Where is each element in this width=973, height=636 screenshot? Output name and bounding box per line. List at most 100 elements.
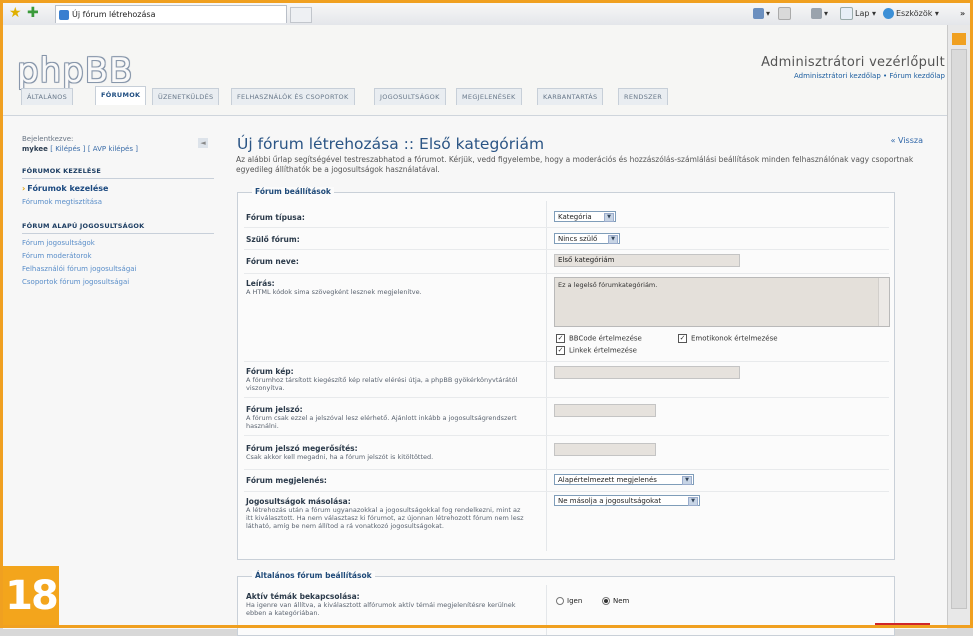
sidebar-item-manage-forums[interactable]: Fórumok kezelése <box>22 184 214 193</box>
collapse-icon[interactable]: ◄ <box>198 138 208 148</box>
page-favicon-icon <box>59 10 69 20</box>
row-divider <box>244 273 889 274</box>
copy-permissions-help: A létrehozás után a fórum ugyanazokkal a… <box>246 506 524 530</box>
password-confirm-help: Csak akkor kell megadni, ha a fórum jels… <box>246 453 434 461</box>
link-separator: • <box>883 72 888 80</box>
tab-styles[interactable]: MEGJELENÉSEK <box>456 88 522 105</box>
sidebar-item-user-forum-permissions[interactable]: Felhasználói fórum jogosultságai <box>22 265 214 273</box>
active-topics-label: Aktív témák bekapcsolása: <box>246 592 360 601</box>
browser-tab[interactable]: Új fórum létrehozása <box>55 5 287 23</box>
tab-system[interactable]: RENDSZER <box>618 88 669 105</box>
scroll-thumb[interactable] <box>951 49 967 609</box>
password-confirm-label: Fórum jelszó megerősítés: <box>246 444 358 453</box>
tab-messaging[interactable]: ÜZENETKÜLDÉS <box>152 88 220 105</box>
description-value: Ez a legelső fórumkategóriám. <box>558 281 658 289</box>
chevron-down-icon: ▼ <box>604 213 614 222</box>
intro-text: Az alábbi űrlap segítségével testreszabh… <box>236 155 914 174</box>
sidebar-item-forum-permissions[interactable]: Fórum jogosultságok <box>22 239 214 247</box>
row-divider <box>244 361 889 362</box>
links-checkbox[interactable]: ✓ Linkek értelmezése <box>556 346 637 355</box>
header-links: Adminisztrátori kezdőlap • Fórum kezdőla… <box>794 72 945 80</box>
row-divider <box>244 397 889 398</box>
forum-style-select[interactable]: Alapértelmezett megjelenés ▼ <box>554 474 694 485</box>
tab-forums[interactable]: FÓRUMOK <box>95 86 147 105</box>
sidebar-section-title: FÓRUMOK KEZELÉSE <box>22 167 214 179</box>
tab-users-groups[interactable]: FELHASZNÁLÓK ÉS CSOPORTOK <box>231 88 355 105</box>
active-topics-help: Ha igenre van állítva, a kiválasztott al… <box>246 601 516 617</box>
logout-link[interactable]: [ Kilépés ] <box>50 145 85 153</box>
forum-settings-fieldset: Fórum beállítások Fórum típusa: Kategóri… <box>237 187 895 560</box>
password-confirm-input[interactable] <box>554 443 656 456</box>
forum-image-help: A fórumhoz társított kiegészítő kép rela… <box>246 376 518 392</box>
parent-forum-select[interactable]: Nincs szülő ▼ <box>554 233 620 244</box>
page-scrollbar[interactable] <box>947 25 971 628</box>
scroll-up-arrow[interactable] <box>952 33 966 45</box>
copy-permissions-label: Jogosultságok másolása: <box>246 497 351 506</box>
tab-permissions[interactable]: JOGOSULTSÁGOK <box>374 88 446 105</box>
phpbb-logo[interactable]: phpBB <box>17 51 133 91</box>
forum-name-label: Fórum neve: <box>246 257 299 266</box>
check-icon: ✓ <box>556 334 565 343</box>
links-label: Linkek értelmezése <box>569 346 637 355</box>
copy-permissions-select[interactable]: Ne másolja a jogosultságokat ▼ <box>554 495 700 506</box>
tab-general[interactable]: ÁLTALÁNOS <box>21 88 74 105</box>
new-tab-button[interactable] <box>290 7 312 23</box>
textarea-scrollbar[interactable] <box>878 278 889 326</box>
yes-label: Igen <box>567 597 583 605</box>
no-label: Nem <box>613 597 630 605</box>
back-link[interactable]: « Vissza <box>891 136 923 145</box>
bbcode-checkbox[interactable]: ✓ BBCode értelmezése <box>556 334 642 343</box>
print-icon[interactable]: ▾ <box>811 7 828 21</box>
description-label: Leírás: <box>246 279 275 288</box>
page-menu-label: Lap <box>855 9 870 18</box>
feeds-icon[interactable] <box>778 7 793 21</box>
acp-logout-link[interactable]: [ AVP kilépés ] <box>88 145 138 153</box>
sidebar: ◄ Bejelentkezve: mykee [ Kilépés ] [ AVP… <box>22 135 214 286</box>
browser-toolbar: ★ ✚ Új fórum létrehozása ▾ ▾ Lap ▾ Eszkö… <box>3 3 970 26</box>
forum-type-value: Kategória <box>558 213 592 221</box>
row-divider <box>244 491 889 492</box>
forum-index-link[interactable]: Fórum kezdőlap <box>889 72 945 80</box>
check-icon: ✓ <box>678 334 687 343</box>
forum-image-label: Fórum kép: <box>246 367 294 376</box>
toolbar-overflow-icon[interactable]: » <box>960 7 965 21</box>
row-divider <box>244 469 889 470</box>
favorites-star-icon[interactable]: ★ <box>9 6 22 20</box>
radio-no[interactable] <box>602 597 610 605</box>
sidebar-item-group-forum-permissions[interactable]: Csoportok fórum jogosultságai <box>22 278 214 286</box>
browser-tab-title: Új fórum létrehozása <box>72 10 156 19</box>
logged-in-label: Bejelentkezve: <box>22 135 74 143</box>
row-divider <box>244 227 889 228</box>
parent-forum-value: Nincs szülő <box>558 235 598 243</box>
forum-type-select[interactable]: Kategória ▼ <box>554 211 616 222</box>
active-topics-yes[interactable]: Igen <box>556 597 582 605</box>
forum-type-label: Fórum típusa: <box>246 213 305 222</box>
tools-menu-label: Eszközök <box>896 9 933 18</box>
forum-name-input[interactable]: Első kategóriám <box>554 254 740 267</box>
tab-maintenance[interactable]: KARBANTARTÁS <box>537 88 604 105</box>
forum-image-input[interactable] <box>554 366 740 379</box>
sidebar-item-forum-moderators[interactable]: Fórum moderátorok <box>22 252 214 260</box>
forum-settings-legend: Fórum beállítások <box>252 187 334 196</box>
description-help: A HTML kódok sima szövegként lesznek meg… <box>246 288 422 296</box>
bbcode-label: BBCode értelmezése <box>569 334 642 343</box>
forum-password-input[interactable] <box>554 404 656 417</box>
sidebar-item-prune-forums[interactable]: Fórumok megtisztítása <box>22 198 214 206</box>
tools-menu[interactable]: Eszközök ▾ <box>883 7 939 21</box>
chevron-down-icon: ▼ <box>682 476 692 485</box>
home-icon[interactable]: ▾ <box>753 7 770 21</box>
username: mykee <box>22 145 48 153</box>
radio-yes[interactable] <box>556 597 564 605</box>
general-settings-fieldset: Általános fórum beállítások Aktív témák … <box>237 571 895 636</box>
add-favorite-icon[interactable]: ✚ <box>27 6 39 20</box>
smilies-checkbox[interactable]: ✓ Emotikonok értelmezése <box>678 334 778 343</box>
forum-password-label: Fórum jelszó: <box>246 405 303 414</box>
acp-header: phpBB Adminisztrátori vezérlőpult Admini… <box>3 25 970 115</box>
page-menu[interactable]: Lap ▾ <box>840 7 876 21</box>
chevron-down-icon: ▼ <box>688 497 698 506</box>
description-textarea[interactable]: Ez a legelső fórumkategóriám. <box>554 277 890 327</box>
user-line: mykee [ Kilépés ] [ AVP kilépés ] <box>22 145 214 153</box>
active-topics-no[interactable]: Nem <box>602 597 629 605</box>
page-number-badge: 18 <box>3 566 59 626</box>
acp-index-link[interactable]: Adminisztrátori kezdőlap <box>794 72 881 80</box>
